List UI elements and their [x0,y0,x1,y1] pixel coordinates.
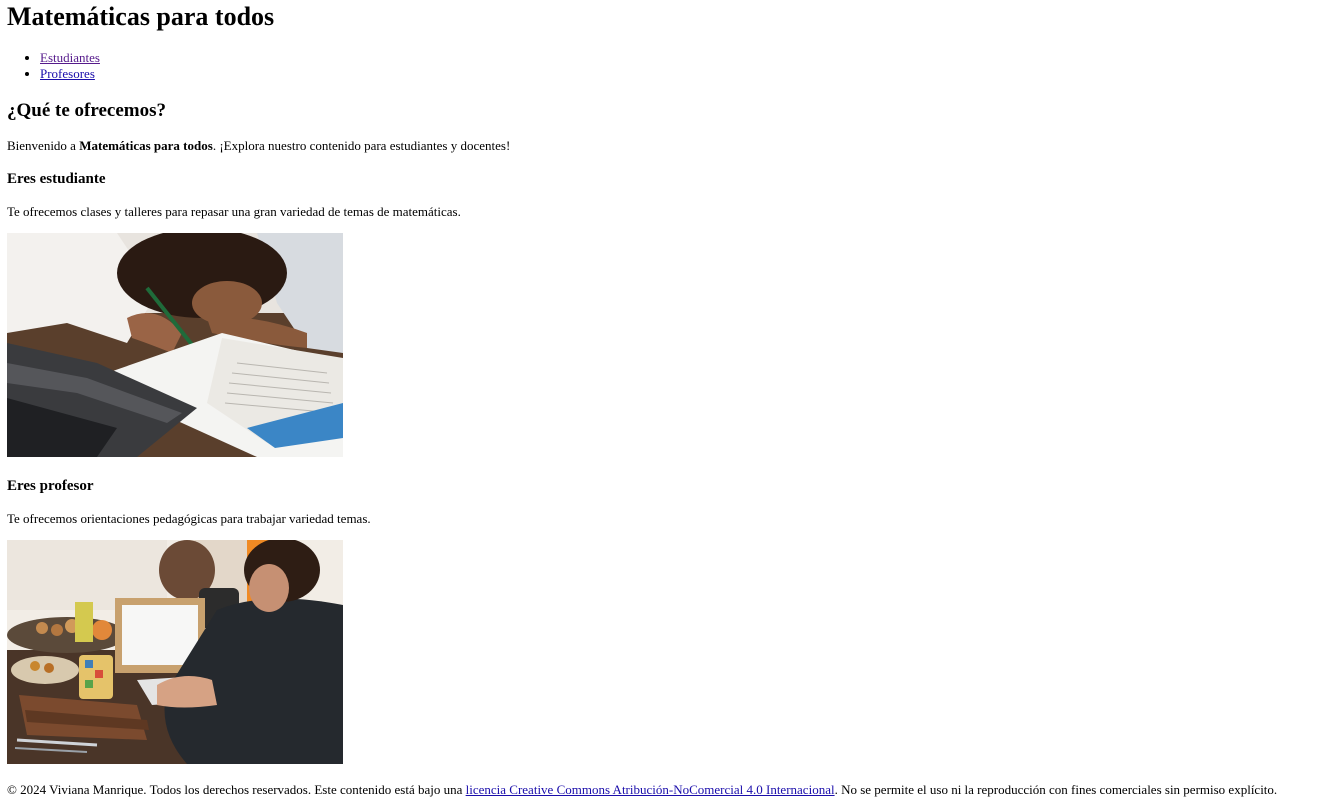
nav-link-profesores[interactable]: Profesores [40,66,95,81]
students-heading: Eres estudiante [7,171,106,187]
license-link[interactable]: licencia Creative Commons Atribución-NoC… [466,782,835,797]
nav-item-estudiantes: Estudiantes [40,50,100,66]
teachers-heading: Eres profesor [7,478,94,494]
student-photo [7,233,343,457]
section-heading-offer: ¿Qué te ofrecemos? [7,100,166,121]
intro-text-after: . ¡Explora nuestro contenido para estudi… [212,138,511,153]
page-title: Matemáticas para todos [7,2,275,31]
students-text: Te ofrecemos clases y talleres para repa… [7,204,461,219]
nav-item-profesores: Profesores [40,66,100,82]
intro-paragraph: Bienvenido a Matemáticas para todos. ¡Ex… [7,138,510,154]
footer-text-before: © 2024 Viviana Manrique. Todos los derec… [7,782,466,797]
teacher-photo [7,540,343,764]
nav-link-estudiantes[interactable]: Estudiantes [40,50,100,65]
intro-text-bold: Matemáticas para todos [79,138,213,153]
intro-text-before: Bienvenido a [7,138,80,153]
footer-text-after: . No se permite el uso ni la reproducció… [834,782,1278,797]
teachers-text: Te ofrecemos orientaciones pedagógicas p… [7,511,371,526]
nav-list: Estudiantes Profesores [7,50,100,82]
footer: © 2024 Viviana Manrique. Todos los derec… [7,782,1277,798]
